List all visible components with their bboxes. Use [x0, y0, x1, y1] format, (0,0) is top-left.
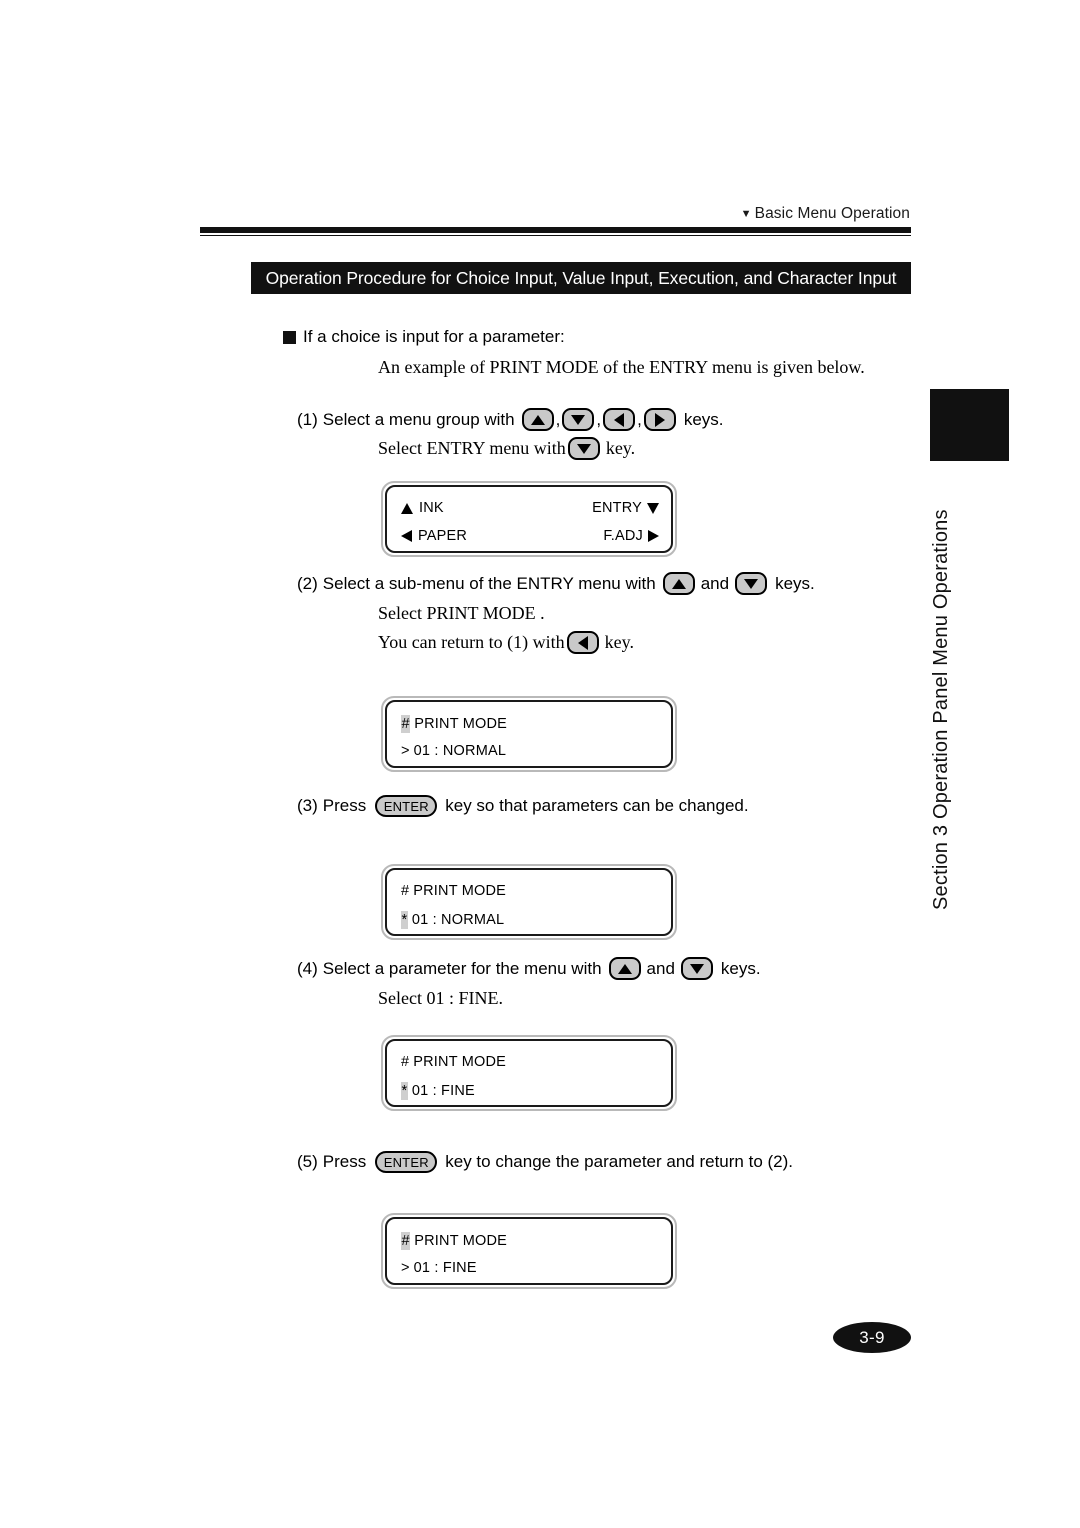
step-4-trail: keys.: [720, 958, 761, 978]
enter-key[interactable]: ENTER: [375, 1151, 438, 1173]
row1-cursor: #: [401, 715, 411, 733]
row1-cursor: #: [401, 1054, 410, 1070]
menu-group-display: INK ENTRY PAPER F.ADJ: [381, 481, 682, 563]
down-arrow-key[interactable]: [735, 572, 768, 595]
enter-key[interactable]: ENTER: [375, 795, 438, 817]
step-1-trail: keys.: [683, 409, 724, 429]
step-1-number: (1): [297, 409, 318, 429]
up-arrow-key[interactable]: [662, 572, 695, 595]
step-2-sub2-post: key.: [604, 632, 634, 652]
section-title-text: Operation Procedure for Choice Input, Va…: [265, 267, 897, 288]
square-bullet-icon: [283, 330, 296, 344]
display-bezel: # PRINT MODE * 01 : FINE: [381, 1035, 677, 1111]
down-arrow-key[interactable]: [680, 957, 713, 980]
section-tab-marker: [930, 389, 1009, 461]
enter-key-label: ENTER: [383, 798, 429, 814]
up-arrow-key[interactable]: [608, 957, 641, 980]
display-row2-right: F.ADJ: [603, 528, 659, 544]
row1-cursor: #: [401, 1232, 411, 1250]
step-1-sub-pre: Select ENTRY menu with: [378, 438, 566, 458]
display-row1: # PRINT MODE: [401, 1054, 507, 1070]
print-mode-fine-confirmed-display: # PRINT MODE > 01 : FINE: [381, 1213, 682, 1295]
section-title-bar: Operation Procedure for Choice Input, Va…: [251, 262, 911, 294]
up-triangle-icon: [401, 502, 413, 514]
row2-cursor: >: [401, 1260, 410, 1276]
display-bezel: INK ENTRY PAPER F.ADJ: [381, 481, 677, 557]
step-2-lead: Select a sub-menu of the ENTRY menu with: [322, 573, 656, 593]
print-mode-editable-display: # PRINT MODE * 01 : NORMAL: [381, 864, 682, 946]
step-1-sub-post: key.: [605, 438, 636, 458]
section-tab-label: Section 3 Operation Panel Menu Operation…: [930, 509, 952, 910]
running-head-text: Basic Menu Operation: [754, 205, 910, 222]
step-3-post: key so that parameters can be changed.: [445, 796, 749, 815]
step-4-lead: Select a parameter for the menu with: [322, 958, 602, 978]
row1-cursor: #: [401, 883, 410, 899]
right-arrow-key[interactable]: [643, 408, 676, 431]
left-arrow-key[interactable]: [566, 631, 599, 654]
display-row1: # PRINT MODE: [401, 715, 508, 733]
step-2-line: (2) Select a sub-menu of the ENTRY menu …: [297, 572, 815, 595]
row2-cursor: >: [401, 743, 410, 759]
intro-bullet-text: If a choice is input for a parameter:: [303, 327, 565, 346]
step-2-trail: keys.: [775, 573, 815, 593]
display-row1: # PRINT MODE: [401, 883, 507, 899]
display-row2-left: PAPER: [401, 528, 467, 544]
step-1-sub-line: Select ENTRY menu with key.: [378, 437, 635, 460]
step-5-post: key to change the parameter and return t…: [445, 1152, 794, 1171]
step-2-sub-line-1: Select PRINT MODE .: [378, 603, 545, 623]
display-screen: # PRINT MODE * 01 : FINE: [385, 1039, 673, 1107]
display-row1-left: INK: [401, 500, 444, 516]
display-screen: INK ENTRY PAPER F.ADJ: [385, 485, 673, 553]
triangle-marker-icon: ▼: [740, 207, 752, 220]
step-2-conjunction: and: [700, 573, 730, 593]
step-5-line: (5) Press ENTER key to change the parame…: [297, 1151, 793, 1173]
running-head: ▼ Basic Menu Operation: [200, 205, 910, 223]
page-number-badge: 3-9: [833, 1322, 911, 1353]
display-bezel: # PRINT MODE > 01 : NORMAL: [381, 696, 677, 772]
display-row2: > 01 : NORMAL: [401, 743, 507, 759]
print-mode-browse-display: # PRINT MODE > 01 : NORMAL: [381, 696, 682, 778]
display-row2: * 01 : NORMAL: [401, 911, 505, 929]
intro-example-note: An example of PRINT MODE of the ENTRY me…: [378, 357, 865, 377]
step-3-number: (3): [297, 796, 318, 815]
intro-bullet: If a choice is input for a parameter:: [283, 327, 565, 347]
display-row1: # PRINT MODE: [401, 1232, 508, 1250]
step-4-sub-line: Select 01 : FINE.: [378, 988, 503, 1008]
step-4-number: (4): [297, 958, 318, 978]
enter-key-label: ENTER: [383, 1154, 429, 1170]
display-bezel: # PRINT MODE > 01 : FINE: [381, 1213, 677, 1289]
header-rule: [200, 227, 911, 236]
left-arrow-key[interactable]: [603, 408, 636, 431]
display-screen: # PRINT MODE * 01 : NORMAL: [385, 868, 673, 936]
print-mode-fine-editable-display: # PRINT MODE * 01 : FINE: [381, 1035, 682, 1117]
step-5-pre: Press: [322, 1152, 367, 1171]
display-row2: > 01 : FINE: [401, 1260, 477, 1276]
down-triangle-icon: [647, 502, 659, 514]
step-3-line: (3) Press ENTER key so that parameters c…: [297, 795, 749, 817]
display-row2: * 01 : FINE: [401, 1082, 475, 1100]
display-screen: # PRINT MODE > 01 : NORMAL: [385, 700, 673, 768]
right-triangle-icon: [648, 530, 659, 542]
step-1-line: (1) Select a menu group with , , , keys.: [297, 408, 724, 431]
step-1-lead: Select a menu group with: [322, 409, 515, 429]
display-screen: # PRINT MODE > 01 : FINE: [385, 1217, 673, 1285]
step-2-number: (2): [297, 573, 318, 593]
display-bezel: # PRINT MODE * 01 : NORMAL: [381, 864, 677, 940]
step-4-conjunction: and: [646, 958, 675, 978]
step-4-line: (4) Select a parameter for the menu with…: [297, 957, 761, 980]
row2-cursor: *: [401, 1082, 408, 1100]
step-3-pre: Press: [322, 796, 367, 815]
up-arrow-key[interactable]: [521, 408, 554, 431]
step-2-sub-line-2: You can return to (1) with key.: [378, 631, 634, 654]
down-arrow-key[interactable]: [567, 437, 600, 460]
step-5-number: (5): [297, 1152, 318, 1171]
row2-cursor: *: [401, 911, 408, 929]
step-2-sub2-pre: You can return to (1) with: [378, 632, 565, 652]
down-arrow-key[interactable]: [562, 408, 595, 431]
left-triangle-icon: [401, 530, 412, 542]
display-row1-right: ENTRY: [592, 500, 659, 516]
